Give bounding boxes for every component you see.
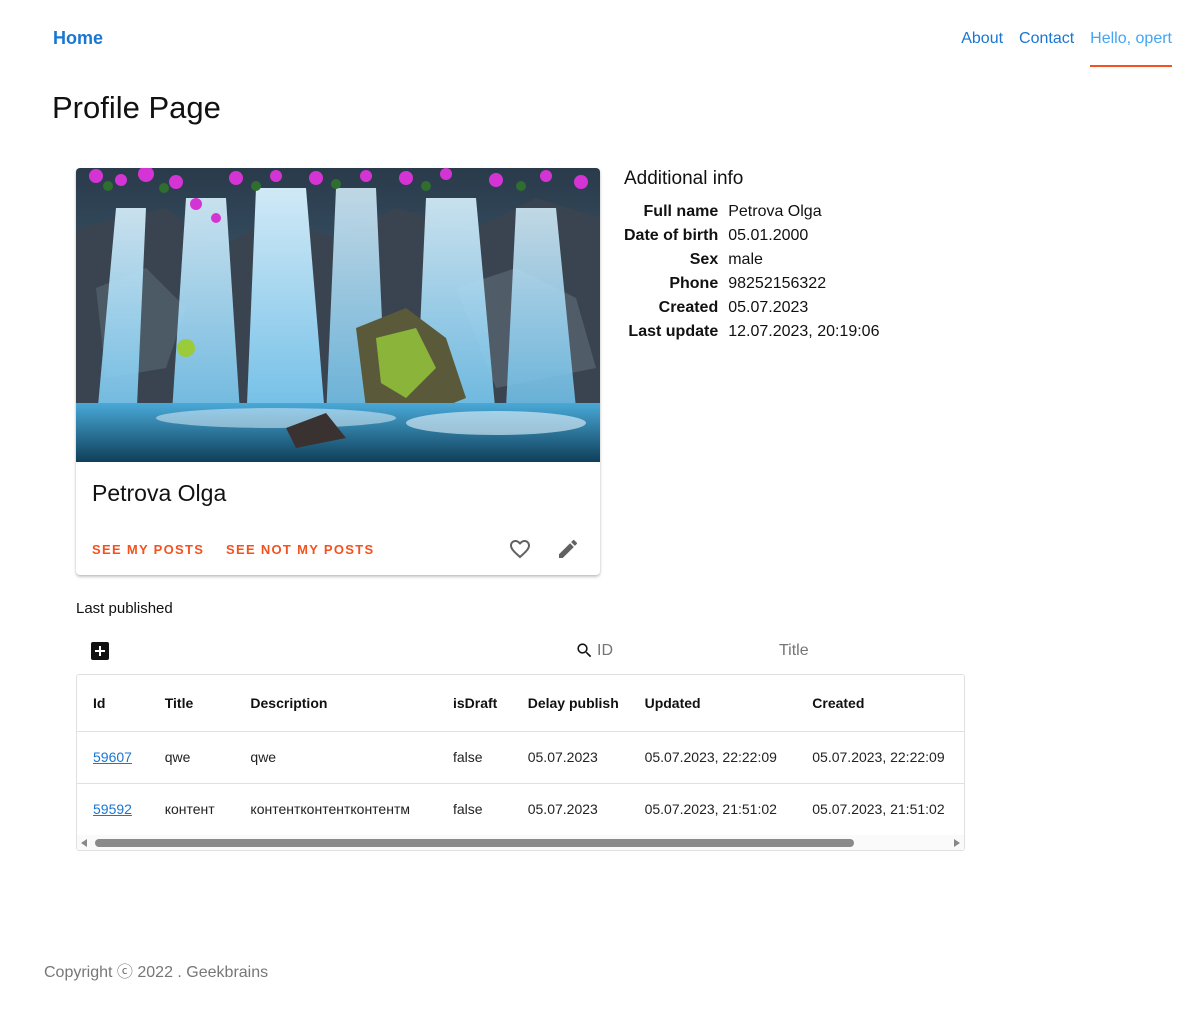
column-header-delay-publish[interactable]: Delay publish: [511, 675, 629, 732]
table-cell-id[interactable]: 59592: [77, 783, 149, 835]
horizontal-scrollbar[interactable]: [77, 835, 964, 850]
table-cell: false: [452, 801, 483, 818]
column-header-id[interactable]: Id: [77, 675, 149, 732]
id-filter-input[interactable]: [597, 642, 757, 660]
table-cell: qwe: [234, 731, 437, 784]
home-link[interactable]: Home: [53, 28, 103, 49]
info-label: Date of birth: [624, 227, 719, 244]
last-published-title: Last published: [76, 600, 173, 617]
info-label: Full name: [643, 203, 719, 220]
column-header-updated[interactable]: Updated: [628, 675, 797, 732]
profile-card: Petrova Olga SEE MY POSTS SEE NOT MY POS…: [76, 168, 600, 575]
table-cell: 05.07.2023, 22:22:09: [628, 731, 797, 784]
table-header-row: Id Title Description isDraft Delay publi…: [77, 675, 964, 732]
add-box-icon[interactable]: [91, 642, 109, 660]
nav-contact-link[interactable]: Contact: [1019, 30, 1074, 67]
info-value: 98252156322: [728, 275, 827, 292]
info-label: Last update: [628, 323, 719, 340]
info-value: male: [728, 251, 763, 268]
column-header-isdraft[interactable]: isDraft: [436, 675, 512, 732]
edit-pencil-icon[interactable]: [556, 537, 580, 561]
info-label: Sex: [689, 251, 719, 268]
info-label: Phone: [669, 275, 719, 292]
additional-info-title: Additional info: [624, 168, 744, 189]
table-cell: 05.07.2023, 21:51:02: [812, 801, 945, 818]
table-cell: 05.07.2023: [511, 731, 629, 784]
table-cell: false: [436, 731, 512, 784]
info-row: Last update 12.07.2023, 20:19:06: [624, 320, 879, 344]
table-cell: qwe: [148, 731, 235, 784]
info-value: Petrova Olga: [728, 203, 822, 220]
post-id-link[interactable]: 59607: [93, 749, 132, 765]
posts-table: Id Title Description isDraft Delay publi…: [77, 675, 964, 835]
nav-user-greeting-link[interactable]: Hello, opert: [1090, 30, 1172, 67]
top-navbar: Home About Contact Hello, opert: [0, 0, 1187, 70]
scroll-right-arrow-icon[interactable]: [954, 839, 960, 847]
info-value: 05.07.2023: [728, 299, 809, 316]
table-row[interactable]: 59607 qwe qwe false 05.07.2023 05.07.202…: [77, 731, 964, 784]
table-cell: 05.07.2023: [527, 801, 598, 818]
table-cell: 05.07.2023, 22:22:09: [796, 731, 964, 784]
additional-info-table: Full name Petrova Olga Date of birth 05.01…: [624, 200, 879, 344]
column-header-description[interactable]: Description: [234, 675, 437, 732]
info-row: Sex male: [624, 248, 879, 272]
info-row: Phone 98252156322: [624, 272, 879, 296]
column-header-title[interactable]: Title: [148, 675, 235, 732]
nav-links: About Contact Hello, opert: [945, 30, 1172, 67]
table-cell: 05.07.2023, 21:51:02: [644, 801, 777, 818]
heart-icon[interactable]: [508, 537, 532, 561]
profile-name: Petrova Olga: [92, 480, 227, 506]
waterfall-image: [76, 168, 600, 462]
post-id-link[interactable]: 59592: [93, 801, 132, 817]
info-row: Date of birth 05.01.2000: [624, 224, 879, 248]
info-value: 12.07.2023, 20:19:06: [728, 323, 880, 340]
table-cell: контентконтентконтентм: [250, 801, 410, 818]
info-row: Full name Petrova Olga: [624, 200, 879, 224]
title-filter-input[interactable]: [779, 642, 949, 660]
table-cell: контент: [164, 801, 215, 818]
column-header-created[interactable]: Created: [796, 675, 964, 732]
info-value: 05.01.2000: [728, 227, 809, 244]
info-row: Created 05.07.2023: [624, 296, 879, 320]
info-label: Created: [658, 299, 719, 316]
see-my-posts-button[interactable]: SEE MY POSTS: [92, 542, 204, 557]
search-icon: [577, 643, 592, 658]
scroll-left-arrow-icon[interactable]: [81, 839, 87, 847]
page-title: Profile Page: [52, 90, 221, 125]
nav-about-link[interactable]: About: [961, 30, 1003, 67]
scrollbar-thumb[interactable]: [95, 839, 854, 847]
posts-table-container: Id Title Description isDraft Delay publi…: [76, 674, 965, 851]
table-row[interactable]: 59592 контент контентконтентконтентм fal…: [77, 783, 964, 835]
see-not-my-posts-button[interactable]: SEE NOT MY POSTS: [226, 542, 374, 557]
table-cell-id[interactable]: 59607: [77, 731, 149, 784]
footer-copyright: Copyright ⓒ 2022 . Geekbrains: [44, 964, 269, 981]
